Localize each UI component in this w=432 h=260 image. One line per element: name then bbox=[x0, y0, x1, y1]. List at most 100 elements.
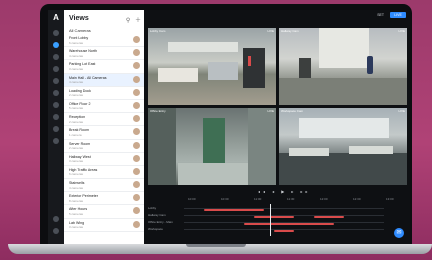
home-icon[interactable] bbox=[53, 30, 59, 36]
playback-controls[interactable]: ◂◂ ◂ ▶ ▸ ▸▸ bbox=[258, 189, 311, 194]
camera-name: Hallway Cam bbox=[281, 29, 299, 33]
event-segment[interactable] bbox=[204, 209, 264, 211]
list-item[interactable]: Server Room 2 cameras bbox=[64, 140, 144, 153]
view-count: 3 cameras bbox=[69, 159, 84, 164]
views-list: Front Lobby 6 cameras Warehouse North 4 cam… bbox=[64, 34, 144, 232]
access-icon[interactable] bbox=[53, 102, 59, 108]
view-count: 4 cameras bbox=[69, 80, 84, 85]
all-cameras-row[interactable]: All Cameras bbox=[69, 28, 141, 33]
view-count: 6 cameras bbox=[69, 172, 84, 177]
timeline-tick-label: 10:30 bbox=[221, 197, 229, 201]
list-item[interactable]: Loading Dock 2 cameras bbox=[64, 87, 144, 100]
reports-icon[interactable] bbox=[53, 114, 59, 120]
timeline-tick-label: 12:00 bbox=[320, 197, 328, 201]
timeline-header: ◂◂ ◂ ▶ ▸ ▸▸ bbox=[148, 188, 408, 196]
camera-status: LIVE bbox=[398, 29, 405, 33]
timeline-row[interactable]: Office Entry - Main bbox=[148, 220, 388, 226]
avatar bbox=[133, 62, 140, 70]
chat-button[interactable]: ✉ bbox=[394, 228, 404, 238]
cameras-icon[interactable] bbox=[53, 42, 59, 48]
timeline-tick-label: 10:00 bbox=[188, 197, 196, 201]
list-item[interactable]: Break Room 1 camera bbox=[64, 126, 144, 140]
camera-status: LIVE bbox=[267, 109, 274, 113]
camera-status: LIVE bbox=[267, 29, 274, 33]
event-segment[interactable] bbox=[274, 230, 294, 232]
list-item[interactable]: High Traffic Areas 6 cameras bbox=[64, 166, 144, 180]
list-item[interactable]: Warehouse North 4 cameras bbox=[64, 47, 144, 61]
view-name: Exterior Perimeter bbox=[69, 194, 98, 199]
timeline-tick-label: 13:00 bbox=[386, 197, 394, 201]
list-item[interactable]: Stairwells 4 cameras bbox=[64, 179, 144, 193]
live-button[interactable]: LIVE bbox=[390, 12, 406, 18]
list-item[interactable]: Lab Wing 3 cameras bbox=[64, 219, 144, 232]
avatar bbox=[133, 181, 140, 189]
camera-name: Office Entry bbox=[150, 109, 166, 113]
event-segment[interactable] bbox=[244, 223, 334, 225]
list-item[interactable]: Reception 2 cameras bbox=[64, 113, 144, 127]
view-count: 8 cameras bbox=[69, 198, 84, 203]
avatar bbox=[133, 154, 140, 162]
avatar bbox=[133, 49, 140, 57]
map-icon[interactable] bbox=[53, 78, 59, 84]
view-name: High Traffic Areas bbox=[69, 167, 98, 172]
view-count: 4 cameras bbox=[69, 185, 84, 190]
list-item[interactable]: Hallway West 3 cameras bbox=[64, 153, 144, 166]
devices-icon[interactable] bbox=[53, 126, 59, 132]
camera-tile-4[interactable]: Workspace Cam LIVE bbox=[279, 108, 407, 185]
view-count: 6 cameras bbox=[69, 40, 84, 45]
timeline-tick-label: 12:30 bbox=[353, 197, 361, 201]
list-item[interactable]: Front Lobby 6 cameras bbox=[64, 34, 144, 48]
view-name: Break Room bbox=[69, 128, 89, 133]
avatar[interactable] bbox=[53, 228, 59, 234]
camera-name: Workspace Cam bbox=[281, 109, 304, 113]
list-item[interactable]: Parking Lot East 3 cameras bbox=[64, 60, 144, 74]
avatar bbox=[133, 220, 140, 228]
view-name: After Hours bbox=[69, 207, 88, 212]
camera-tile-1[interactable]: Lobby Cam LIVE bbox=[148, 28, 276, 105]
list-item[interactable]: Exterior Perimeter 8 cameras bbox=[64, 192, 144, 206]
view-count: 2 cameras bbox=[69, 119, 84, 124]
search-icon[interactable] bbox=[53, 66, 59, 72]
camera-tile-2[interactable]: Hallway Cam LIVE bbox=[279, 28, 407, 105]
user-icon[interactable] bbox=[53, 216, 59, 222]
camera-status: LIVE bbox=[398, 109, 405, 113]
search-icon[interactable]: ⚲ bbox=[126, 18, 130, 24]
settings-icon[interactable] bbox=[53, 138, 59, 144]
avatar bbox=[133, 75, 140, 83]
timeline-row[interactable]: Workspace bbox=[148, 227, 388, 233]
timeline-track bbox=[184, 222, 384, 225]
view-name: Lab Wing bbox=[69, 220, 85, 225]
avatar bbox=[133, 194, 140, 202]
timeline-row[interactable]: Lobby bbox=[148, 206, 388, 212]
playhead[interactable] bbox=[270, 204, 271, 236]
people-icon[interactable] bbox=[53, 90, 59, 96]
view-count: 3 cameras bbox=[69, 225, 84, 230]
view-name: Reception bbox=[69, 115, 86, 120]
camera-tile-3[interactable]: Office Entry LIVE bbox=[148, 108, 276, 185]
view-name: Stairwells bbox=[69, 181, 85, 186]
list-item[interactable]: Office Floor 25 cameras bbox=[64, 100, 144, 114]
avatar bbox=[133, 115, 140, 123]
alerts-icon[interactable] bbox=[53, 54, 59, 60]
timeline-row[interactable]: Hallway Cam bbox=[148, 213, 388, 219]
avatar bbox=[133, 88, 140, 96]
view-count: 1 camera bbox=[69, 132, 82, 137]
camera-name: Lobby Cam bbox=[150, 29, 166, 33]
avatar bbox=[133, 207, 140, 215]
laptop-notch bbox=[186, 244, 246, 247]
add-icon[interactable]: ＋ bbox=[135, 18, 141, 24]
event-segment[interactable] bbox=[314, 216, 344, 218]
avatar bbox=[133, 101, 140, 109]
timeline-tick-label: 11:30 bbox=[287, 197, 295, 201]
list-item[interactable]: Main Hall - All Cameras 4 cameras bbox=[64, 73, 144, 87]
event-segment[interactable] bbox=[254, 216, 294, 218]
view-name: Office Floor 2 bbox=[69, 101, 91, 106]
settings-button[interactable]: SET bbox=[377, 13, 384, 17]
view-name: Main Hall - All Cameras bbox=[69, 75, 107, 80]
timeline-track bbox=[184, 208, 384, 211]
main-area: SET LIVE Lobby Cam LIVE Hallway Cam LIVE bbox=[144, 10, 410, 244]
view-count: 4 cameras bbox=[69, 53, 84, 58]
view-count: 2 cameras bbox=[69, 146, 84, 150]
timeline-tick-label: 11:00 bbox=[254, 197, 262, 201]
list-item[interactable]: After Hours 5 cameras bbox=[64, 205, 144, 219]
